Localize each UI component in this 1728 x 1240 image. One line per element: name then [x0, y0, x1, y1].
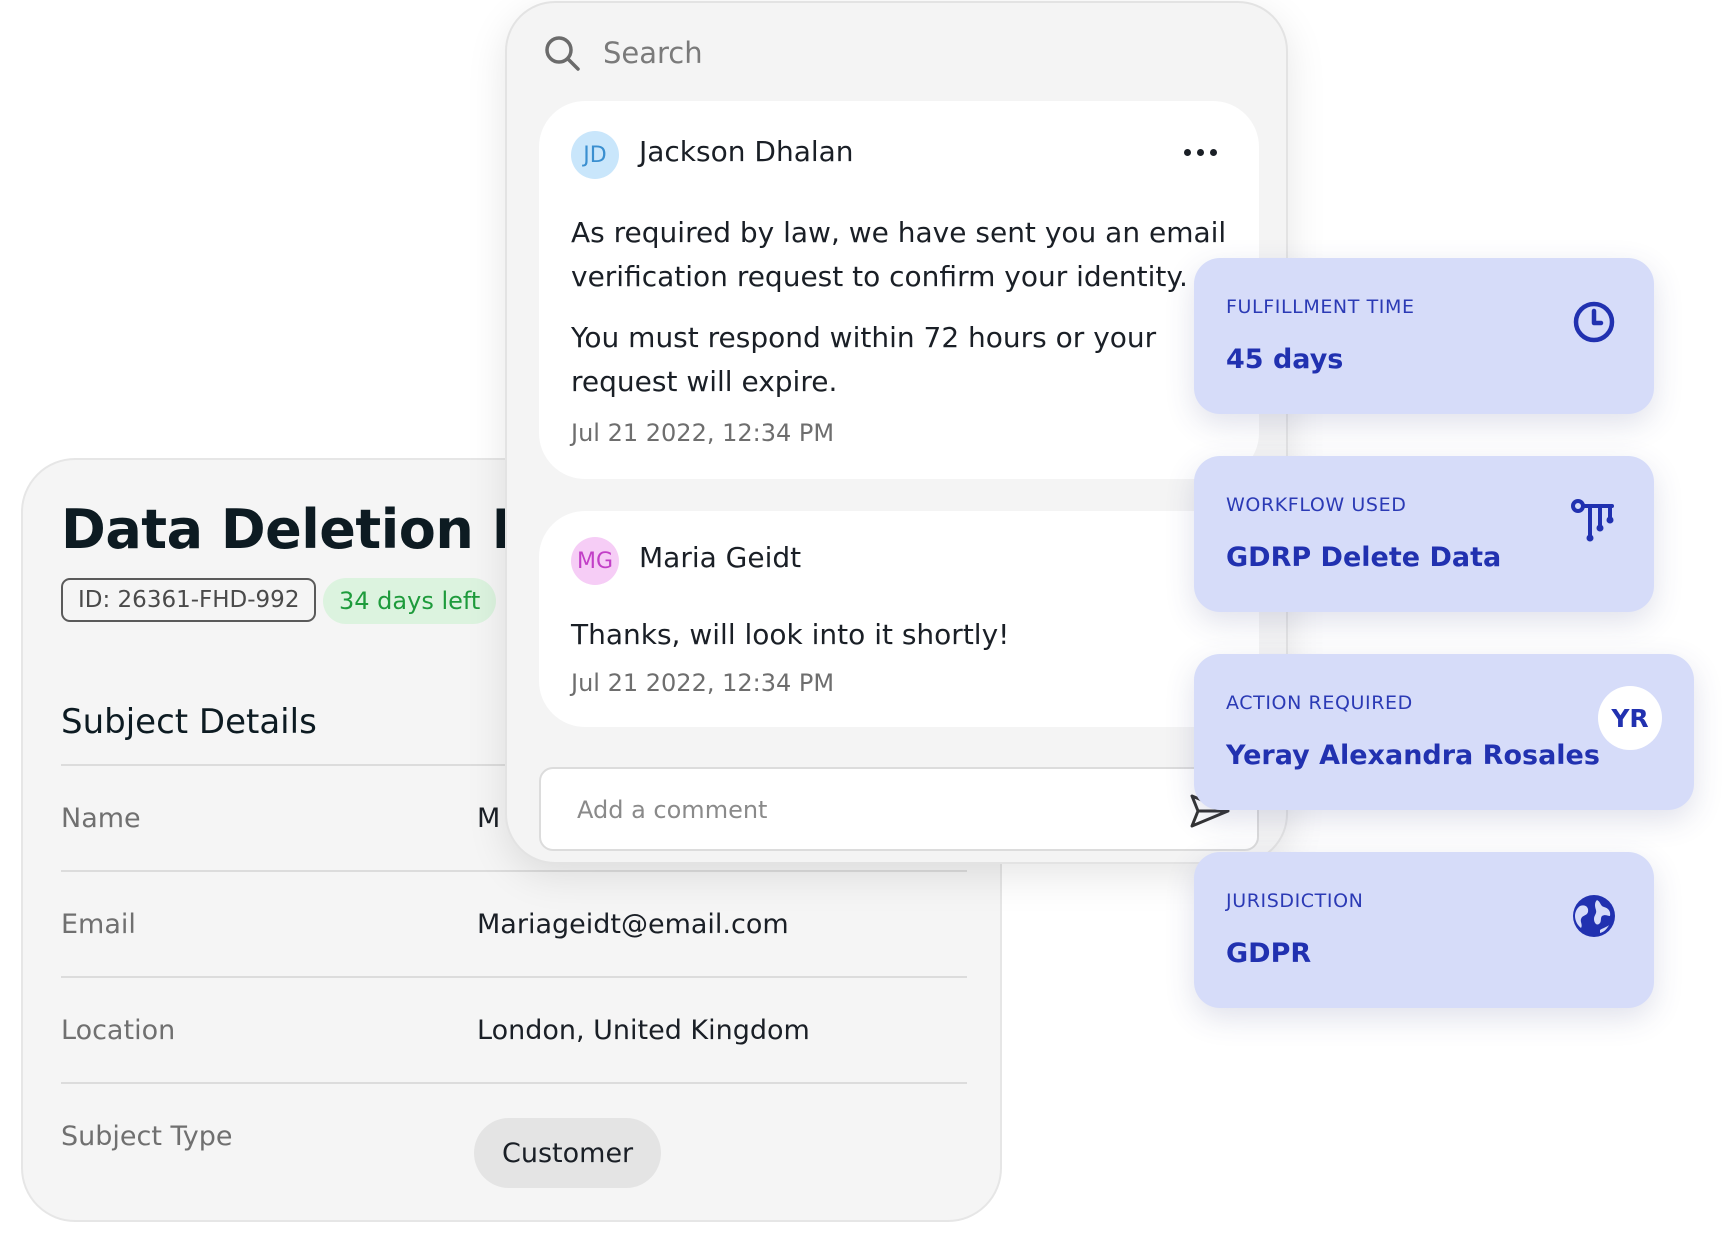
more-options-button[interactable] [1179, 137, 1221, 167]
detail-label: Subject Type [61, 1120, 233, 1152]
page-title: Data Deletion Re [61, 498, 569, 561]
avatar: YR [1598, 686, 1662, 750]
dot-icon [1196, 148, 1204, 156]
detail-value: M [477, 802, 501, 834]
detail-label: Name [61, 802, 141, 834]
comment-text: As required by law, we have sent you an … [571, 216, 1227, 293]
search-input[interactable] [601, 35, 1105, 71]
action-required-card: ACTION REQUIRED Yeray Alexandra Rosales … [1194, 654, 1694, 810]
info-label: ACTION REQUIRED [1226, 692, 1413, 714]
comment-author: Jackson Dhalan [639, 135, 854, 168]
detail-value: Mariageidt@email.com [477, 908, 789, 940]
info-value: GDRP Delete Data [1226, 542, 1502, 573]
detail-row-email: Email Mariageidt@email.com [61, 870, 967, 976]
workflow-used-card: WORKFLOW USED GDRP Delete Data [1194, 456, 1654, 612]
comment-author: Maria Geidt [639, 541, 802, 574]
info-label: JURISDICTION [1226, 890, 1364, 912]
detail-value: London, United Kingdom [477, 1014, 810, 1046]
comment-timestamp: Jul 21 2022, 12:34 PM [571, 669, 835, 697]
avatar: MG [571, 537, 619, 585]
dot-icon [1183, 148, 1191, 156]
detail-row-subject-type: Subject Type Customer [61, 1082, 967, 1202]
detail-label: Email [61, 908, 136, 940]
comment-text: Thanks, will look into it shortly! [571, 618, 1010, 651]
comment-composer [539, 767, 1259, 851]
jurisdiction-card: JURISDICTION GDPR [1194, 852, 1654, 1008]
globe-icon [1573, 895, 1615, 937]
search-icon [545, 36, 580, 71]
subject-details-heading: Subject Details [61, 702, 317, 742]
info-label: FULFILLMENT TIME [1226, 296, 1415, 318]
workflow-icon [1571, 499, 1614, 542]
search-bar[interactable] [543, 31, 1105, 75]
info-value: GDPR [1226, 938, 1312, 969]
comment-input[interactable] [575, 787, 1139, 833]
comment-card: MG Maria Geidt Thanks, will look into it… [539, 511, 1259, 727]
clock-icon [1573, 301, 1615, 343]
detail-row-location: Location London, United Kingdom [61, 976, 967, 1082]
info-value: Yeray Alexandra Rosales [1226, 740, 1600, 771]
comment-card: JD Jackson Dhalan As required by law, we… [539, 101, 1259, 479]
comments-panel: JD Jackson Dhalan As required by law, we… [505, 1, 1288, 864]
comment-timestamp: Jul 21 2022, 12:34 PM [571, 419, 835, 447]
dot-icon [1209, 148, 1217, 156]
days-left-badge: 34 days left [323, 578, 497, 624]
comment-text: You must respond within 72 hours or your… [571, 321, 1157, 398]
request-id-badge: ID: 26361-FHD-992 [61, 578, 317, 622]
avatar: JD [571, 131, 619, 179]
subject-type-pill: Customer [474, 1118, 662, 1188]
fulfillment-time-card: FULFILLMENT TIME 45 days [1194, 258, 1654, 414]
detail-label: Location [61, 1014, 176, 1046]
info-value: 45 days [1226, 344, 1344, 375]
info-label: WORKFLOW USED [1226, 494, 1407, 516]
